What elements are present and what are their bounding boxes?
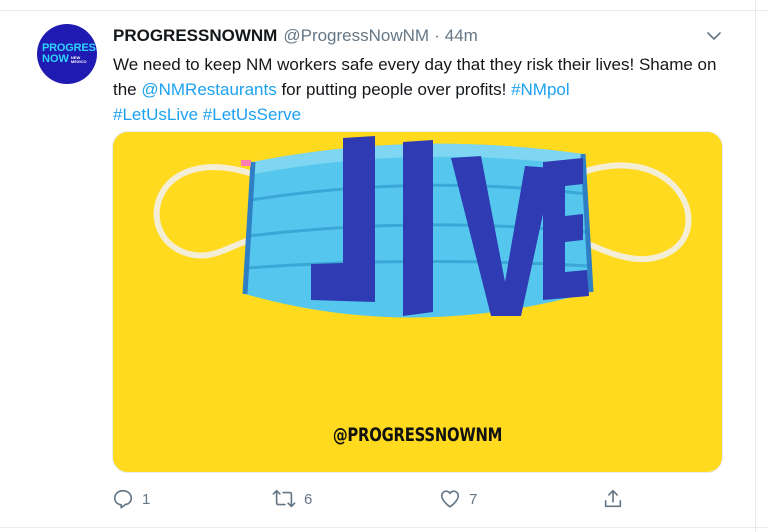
divider-right	[755, 0, 756, 532]
divider-top	[0, 10, 768, 11]
timestamp[interactable]: 44m	[445, 26, 478, 46]
divider-bottom	[0, 527, 768, 528]
avatar[interactable]: PROGRESS NOW NEW MEXICO	[37, 24, 97, 84]
tweet-image[interactable]: @PROGRESSNOWNM	[112, 131, 723, 473]
heart-icon	[439, 488, 461, 510]
reply-button[interactable]: 1	[112, 486, 150, 512]
separator-dot: ·	[434, 26, 440, 45]
retweet-icon	[272, 488, 296, 510]
avatar-text-now: NOW	[42, 53, 69, 65]
hashtag-nmpol[interactable]: #NMpol	[511, 80, 570, 99]
tweet-actions: 1 6 7	[112, 486, 712, 512]
user-handle[interactable]: @ProgressNowNM	[283, 26, 429, 46]
image-watermark: @PROGRESSNOWNM	[332, 424, 503, 446]
display-name[interactable]: PROGRESSNOWNM	[113, 26, 277, 46]
hashtag-letuslive[interactable]: #LetUsLive	[113, 105, 198, 124]
like-button[interactable]: 7	[439, 486, 477, 512]
share-icon	[602, 488, 624, 510]
tweet-text: We need to keep NM workers safe every da…	[113, 52, 733, 127]
hashtag-letusserve[interactable]: #LetUsServe	[203, 105, 301, 124]
share-button[interactable]	[602, 486, 624, 512]
mention-link[interactable]: @NMRestaurants	[141, 80, 276, 99]
tweet-header: PROGRESSNOWNM @ProgressNowNM · 44m	[113, 24, 478, 48]
reply-count: 1	[142, 490, 151, 508]
mask-illustration	[153, 136, 692, 318]
tweet-text-part2: for putting people over profits!	[276, 80, 512, 99]
avatar-row: NOW NEW MEXICO	[42, 54, 87, 65]
avatar-text-newmexico: NEW MEXICO	[70, 54, 87, 64]
reply-icon	[112, 488, 134, 510]
retweet-count: 6	[304, 490, 313, 508]
chevron-down-icon[interactable]	[704, 28, 724, 44]
like-count: 7	[469, 490, 478, 508]
retweet-button[interactable]: 6	[272, 486, 312, 512]
